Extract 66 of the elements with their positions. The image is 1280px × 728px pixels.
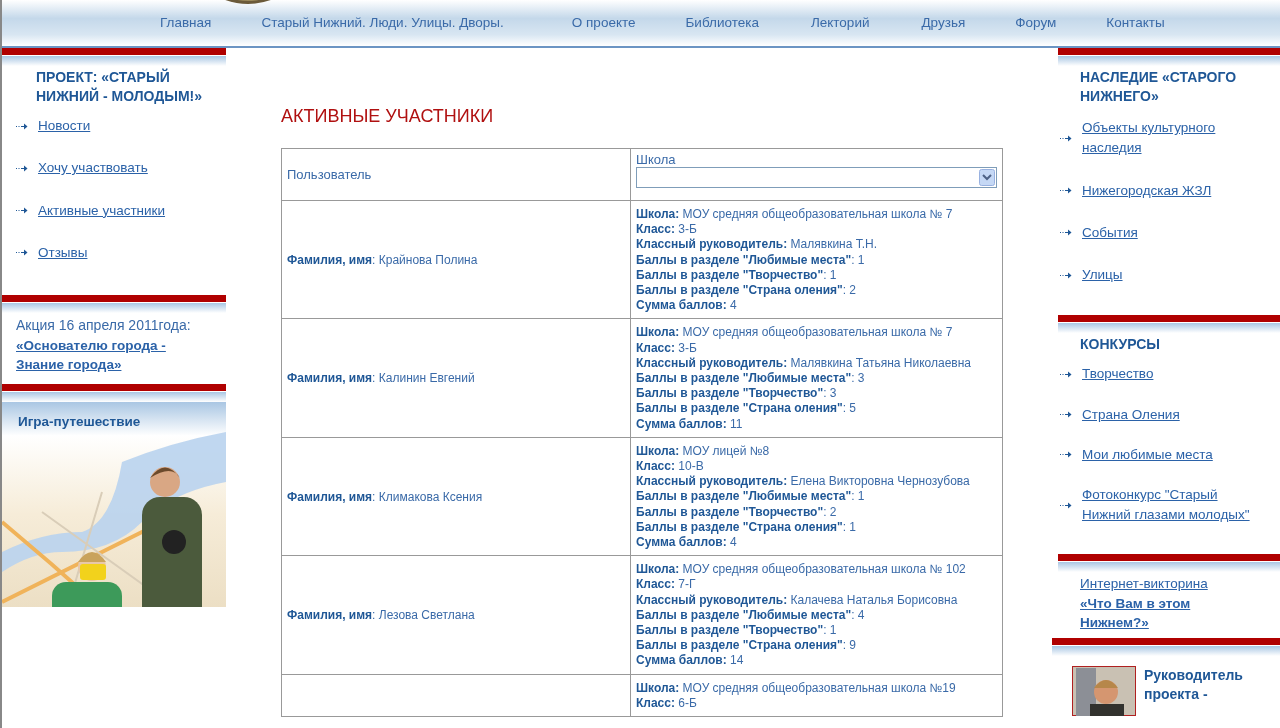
participant-detail: Школа: МОУ средняя общеобразовательная школа № 102 [636,562,967,578]
participant-name: Фамилия, имя: Климакова Ксения [287,489,483,504]
participant-detail: Баллы в разделе "Страна оления": 5 [636,401,858,417]
quiz-link[interactable]: Интернет-викторина [1080,573,1270,594]
promo-text: Акция 16 апреля 2011года: [16,316,192,335]
sidebar-link[interactable]: Улицы [1082,265,1123,286]
participant-name: Фамилия, имя: Лезова Светлана [287,608,475,623]
participant-detail: Класс: 6-Б [636,695,698,712]
sidebar-heading: НАСЛЕДИЕ «СТАРОГО НИЖНЕГО» [1079,68,1238,106]
participant-detail: Классный руководитель: Калачева Наталья Борисовна [636,592,959,608]
nav-link[interactable]: О проекте [571,12,636,34]
sidebar-link[interactable]: Мои любимые места [1082,444,1213,465]
sidebar-link[interactable]: Фотоконкурс "Старый Нижний глазами молодых" [1082,485,1267,526]
nav-link[interactable]: Главная [160,12,212,34]
nav-link[interactable]: Библиотека [685,12,759,34]
sidebar-link[interactable]: Отзывы [38,242,88,263]
sidebar-link[interactable]: Новости [38,116,91,137]
participant-detail: Баллы в разделе "Творчество": 1 [636,623,838,639]
participant-detail: Класс: 7-Г [636,577,697,593]
participant-detail: Школа: МОУ средняя общеобразовательная школа № 7 [636,325,954,341]
participant-detail: Баллы в разделе "Любимые места": 1 [636,489,866,505]
participant-detail: Классный руководитель: Елена Викторовна Чернозубова [636,474,971,490]
participant-detail: Баллы в разделе "Творчество": 2 [636,504,838,520]
participant-name: Фамилия, имя: Калинин Евгений [287,371,475,386]
participant-detail: Классный руководитель: Малявкина Т.Н. [636,237,879,253]
participant-detail: Школа: МОУ лицей №8 [636,443,771,460]
participant-detail: Баллы в разделе "Любимые места": 1 [636,252,866,268]
participant-detail: Баллы в разделе "Страна оления": 1 [636,519,858,536]
participant-detail: Баллы в разделе "Любимые места": 3 [636,371,866,387]
sidebar-link[interactable]: Нижегородская ЖЗЛ [1082,180,1212,201]
leader-caption: Руководитель проекта - [1144,665,1244,704]
participant-detail: Школа: МОУ средняя общеобразовательная школа №19 [636,680,957,696]
participant-detail: Баллы в разделе "Творчество": 1 [636,267,838,283]
promo-link[interactable]: «Основателю города - Знание города» [16,336,216,374]
participant-detail: Школа: МОУ средняя общеобразовательная школа № 7 [636,207,954,223]
nav-link[interactable]: Лекторий [810,12,870,34]
participant-detail: Класс: 10-В [636,459,705,475]
participant-detail: Баллы в разделе "Любимые места": 4 [636,607,866,624]
nav-link[interactable]: Друзья [921,12,966,34]
nav-link[interactable]: Контакты [1106,12,1165,34]
participant-name: Фамилия, имя: Крайнова Полина [287,252,478,267]
participant-detail: Классный руководитель: Малявкина Татьяна Николаевна [636,355,972,372]
picture-caption: Игра-путешествие [18,413,141,431]
participant-detail: Класс: 3-Б [636,222,698,238]
sidebar-link[interactable]: Творчество [1082,364,1154,385]
participant-detail: Сумма баллов: 14 [636,653,745,669]
sidebar-link[interactable]: Хочу участвовать [38,158,148,179]
sidebar-link[interactable]: Страна Оления [1082,404,1180,425]
participant-detail: Баллы в разделе "Страна оления": 9 [636,638,858,654]
column-header: Школа [636,153,677,167]
sidebar-link[interactable]: Объекты культурного наследия [1082,118,1267,159]
sidebar-link[interactable]: События [1082,222,1138,243]
participant-detail: Сумма баллов: 11 [636,416,744,432]
participant-detail: Класс: 3-Б [636,340,698,356]
participant-detail: Баллы в разделе "Творчество": 3 [636,386,838,402]
participant-detail: Сумма баллов: 4 [636,298,738,314]
column-header: Пользователь [281,148,631,201]
nav-link[interactable]: Форум [1015,12,1057,34]
participant-detail: Сумма баллов: 4 [636,535,738,551]
nav-link[interactable]: Старый Нижний. Люди. Улицы. Дворы. [261,12,504,34]
page-title: АКТИВНЫЕ УЧАСТНИКИ [281,105,495,128]
participant-detail: Баллы в разделе "Страна оления": 2 [636,283,858,299]
sidebar-heading: КОНКУРСЫ [1079,335,1161,355]
sidebar-heading: ПРОЕКТ: «СТАРЫЙ НИЖНИЙ - МОЛОДЫМ!» [35,68,204,106]
quiz-link[interactable]: «Что Вам в этом Нижнем?» [1080,593,1210,632]
sidebar-link[interactable]: Активные участники [38,200,166,221]
